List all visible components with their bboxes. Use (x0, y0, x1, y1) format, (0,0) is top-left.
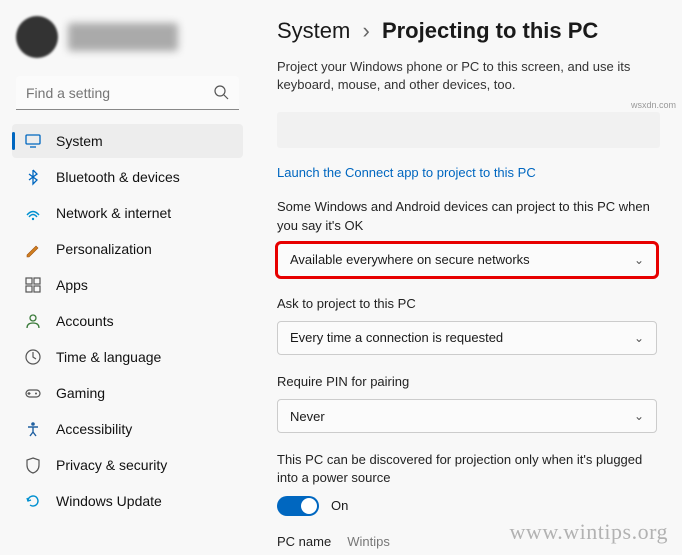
sidebar-item-label: Accessibility (56, 421, 132, 437)
pcname-value: Wintips (347, 534, 390, 549)
sidebar-item-gaming[interactable]: Gaming (12, 376, 243, 410)
sidebar-item-privacy[interactable]: Privacy & security (12, 448, 243, 482)
apps-icon (24, 276, 42, 294)
sidebar-item-system[interactable]: System (12, 124, 243, 158)
require-pin-label: Require PIN for pairing (277, 373, 660, 391)
user-name-redacted (68, 23, 178, 51)
sidebar-item-bluetooth[interactable]: Bluetooth & devices (12, 160, 243, 194)
search-input[interactable] (16, 76, 239, 110)
sidebar-item-label: Accounts (56, 313, 114, 329)
ask-to-project-select[interactable]: Every time a connection is requested ⌄ (277, 321, 657, 355)
sidebar-item-accounts[interactable]: Accounts (12, 304, 243, 338)
sidebar-item-windows-update[interactable]: Windows Update (12, 484, 243, 518)
sidebar-item-label: Windows Update (56, 493, 162, 509)
network-icon (24, 204, 42, 222)
sidebar-item-network[interactable]: Network & internet (12, 196, 243, 230)
sidebar-item-label: System (56, 133, 103, 149)
personalization-icon (24, 240, 42, 258)
discover-label: This PC can be discovered for projection… (277, 451, 660, 487)
availability-value: Available everywhere on secure networks (290, 252, 530, 267)
sidebar-item-accessibility[interactable]: Accessibility (12, 412, 243, 446)
gaming-icon (24, 384, 42, 402)
chevron-down-icon: ⌄ (634, 331, 644, 345)
shield-icon (24, 456, 42, 474)
page-title: Projecting to this PC (382, 18, 598, 43)
availability-select[interactable]: Available everywhere on secure networks … (277, 243, 657, 277)
require-pin-select[interactable]: Never ⌄ (277, 399, 657, 433)
bluetooth-icon (24, 168, 42, 186)
sidebar-item-label: Gaming (56, 385, 105, 401)
sidebar-item-label: Privacy & security (56, 457, 167, 473)
require-pin-value: Never (290, 409, 325, 424)
sidebar: System Bluetooth & devices Network & int… (0, 0, 255, 555)
search-icon (213, 84, 229, 100)
sidebar-item-label: Time & language (56, 349, 161, 365)
ask-to-project-label: Ask to project to this PC (277, 295, 660, 313)
sidebar-item-label: Bluetooth & devices (56, 169, 180, 185)
availability-label: Some Windows and Android devices can pro… (277, 198, 660, 234)
sidebar-item-time-language[interactable]: Time & language (12, 340, 243, 374)
windows-update-icon (24, 492, 42, 510)
chevron-down-icon: ⌄ (634, 253, 644, 267)
breadcrumb-parent[interactable]: System (277, 18, 350, 43)
chevron-right-icon: › (362, 18, 369, 43)
system-icon (24, 132, 42, 150)
breadcrumb: System › Projecting to this PC (277, 18, 660, 44)
sidebar-item-label: Network & internet (56, 205, 171, 221)
launch-connect-link[interactable]: Launch the Connect app to project to thi… (277, 165, 536, 180)
discover-toggle[interactable] (277, 496, 319, 516)
main-content: System › Projecting to this PC Project y… (255, 0, 682, 555)
avatar (16, 16, 58, 58)
sidebar-item-personalization[interactable]: Personalization (12, 232, 243, 266)
info-banner (277, 112, 660, 148)
sidebar-item-label: Personalization (56, 241, 152, 257)
sidebar-item-apps[interactable]: Apps (12, 268, 243, 302)
discover-toggle-label: On (331, 498, 348, 513)
accessibility-icon (24, 420, 42, 438)
user-account-row[interactable] (8, 10, 247, 68)
chevron-down-icon: ⌄ (634, 409, 644, 423)
credit-text: wsxdn.com (631, 100, 676, 110)
accounts-icon (24, 312, 42, 330)
page-description: Project your Windows phone or PC to this… (277, 58, 660, 94)
sidebar-item-label: Apps (56, 277, 88, 293)
nav-list: System Bluetooth & devices Network & int… (8, 124, 247, 518)
pcname-key: PC name (277, 534, 331, 549)
time-language-icon (24, 348, 42, 366)
ask-to-project-value: Every time a connection is requested (290, 330, 503, 345)
